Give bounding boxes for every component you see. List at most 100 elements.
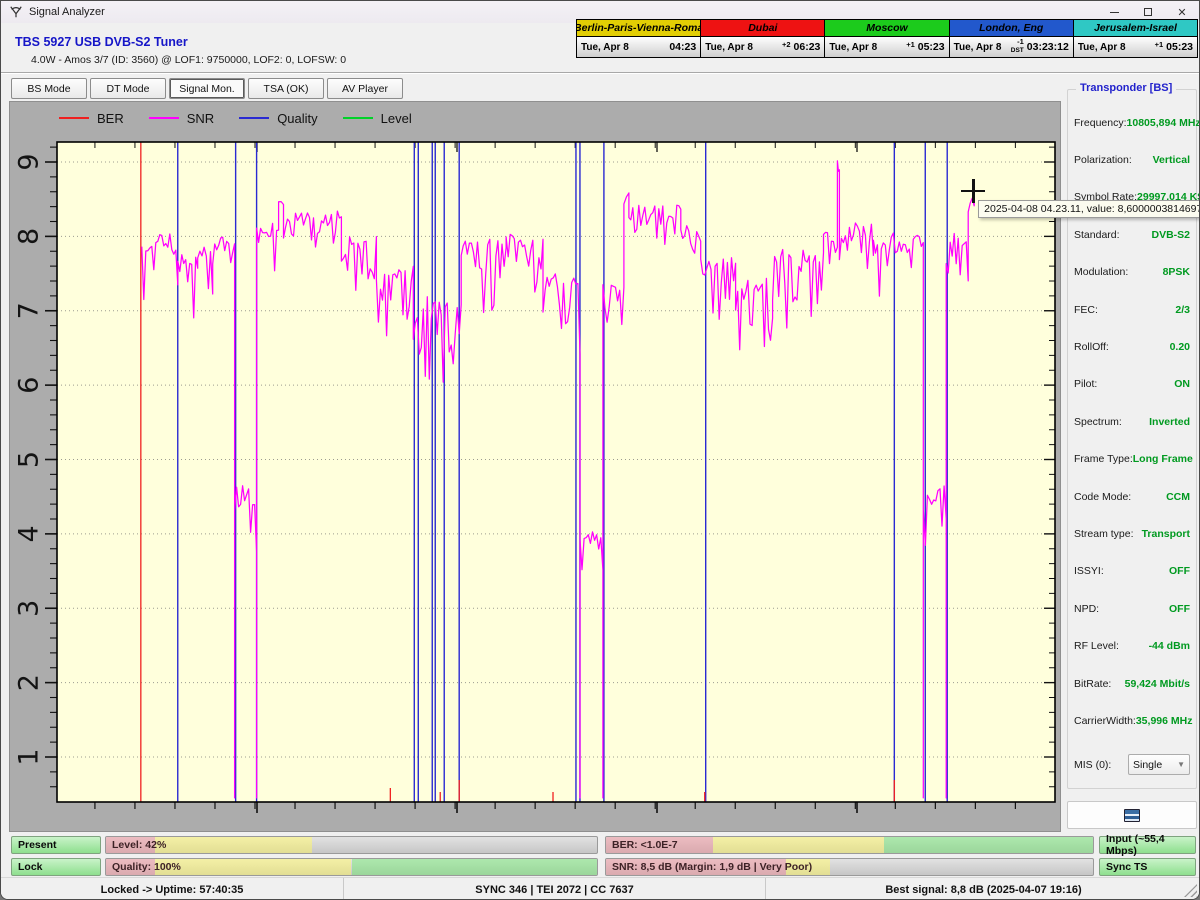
tab-dt-mode[interactable]: DT Mode bbox=[90, 78, 166, 99]
clock-date-row: Tue, Apr 8 +105:23 bbox=[825, 37, 948, 57]
app-icon bbox=[9, 5, 23, 19]
clock-city: Berlin-Paris-Vienna-Roma bbox=[577, 20, 700, 37]
y-axis-label: 9 bbox=[14, 153, 45, 170]
transponder-label: Frame Type: bbox=[1074, 453, 1133, 465]
transponder-label: Modulation: bbox=[1074, 266, 1128, 278]
transponder-label: Pilot: bbox=[1074, 378, 1097, 390]
transponder-label: Stream type: bbox=[1074, 528, 1134, 540]
tab-signal-mon-[interactable]: Signal Mon. bbox=[169, 78, 245, 99]
legend-line-icon bbox=[343, 117, 373, 119]
transponder-row-rf-level-: RF Level:-44 dBm bbox=[1068, 627, 1196, 664]
transponder-value: Inverted bbox=[1149, 416, 1190, 428]
tab-bar: BS ModeDT ModeSignal Mon.TSA (OK)AV Play… bbox=[11, 78, 403, 99]
status-badge-present: Present bbox=[11, 836, 101, 854]
legend-line-icon bbox=[59, 117, 89, 119]
transponder-label: NPD: bbox=[1074, 603, 1099, 615]
legend-label: Level bbox=[381, 111, 412, 126]
legend-label: Quality bbox=[277, 111, 317, 126]
transponder-label: CarrierWidth: bbox=[1074, 715, 1136, 727]
transponder-row-stream-type-: Stream type:Transport bbox=[1068, 515, 1196, 552]
mis-label: MIS (0): bbox=[1074, 759, 1111, 771]
clock-date: Tue, Apr 8 bbox=[829, 42, 877, 53]
transponder-label: Frequency: bbox=[1074, 117, 1127, 129]
transponder-groupbox: Transponder [BS] Frequency:10805,894 MHz… bbox=[1067, 89, 1197, 789]
clock-cell-1: DubaiTue, Apr 8+206:23 bbox=[701, 20, 825, 57]
gauge-bar-level: Level: 42% bbox=[105, 836, 598, 854]
clock-time: 03:23:12 bbox=[1027, 41, 1069, 53]
transponder-value: 2/3 bbox=[1175, 304, 1190, 316]
tab-av-player[interactable]: AV Player bbox=[327, 78, 403, 99]
transponder-value: 0.20 bbox=[1170, 341, 1190, 353]
transponder-row-frequency-: Frequency:10805,894 MHz bbox=[1068, 104, 1196, 141]
signal-chart[interactable]: 123456789 bbox=[10, 102, 1060, 831]
clock-utc-offset: +2 bbox=[782, 41, 791, 49]
chart-panel: 123456789 BERSNRQualityLevel bbox=[9, 101, 1061, 832]
header-divider bbox=[1, 72, 1199, 74]
transponder-row-carrierwidth-: CarrierWidth:35,996 MHz bbox=[1068, 702, 1196, 739]
chevron-down-icon: ▼ bbox=[1177, 760, 1185, 769]
gauge-bar-label: SNR: 8,5 dB (Margin: 1,9 dB | Very Poor) bbox=[612, 859, 812, 875]
device-title: TBS 5927 USB DVB-S2 Tuner bbox=[15, 35, 188, 49]
clock-utc-offset: +1 bbox=[906, 41, 915, 49]
legend-line-icon bbox=[239, 117, 269, 119]
tab-tsa-ok-[interactable]: TSA (OK) bbox=[248, 78, 324, 99]
gauge-bar-ber: BER: <1.0E-7 bbox=[605, 836, 1094, 854]
plot-background bbox=[57, 142, 1055, 802]
legend-label: SNR bbox=[187, 111, 214, 126]
gauge-zone bbox=[713, 837, 883, 853]
transponder-row-standard-: Standard:DVB-S2 bbox=[1068, 216, 1196, 253]
save-transponder-button[interactable] bbox=[1067, 801, 1197, 829]
gauge-zone bbox=[884, 837, 1093, 853]
gauge-zone bbox=[352, 859, 598, 875]
clock-date: Tue, Apr 8 bbox=[705, 42, 753, 53]
y-axis-label: 1 bbox=[14, 748, 45, 765]
status-bar: Locked -> Uptime: 57:40:35SYNC 346 | TEI… bbox=[1, 877, 1200, 900]
device-subtitle: 4.0W - Amos 3/7 (ID: 3560) @ LOF1: 97500… bbox=[31, 54, 346, 66]
transponder-row-fec-: FEC:2/3 bbox=[1068, 291, 1196, 328]
clock-time: 04:23 bbox=[669, 41, 696, 53]
y-axis-label: 6 bbox=[14, 377, 45, 394]
y-axis-label: 2 bbox=[14, 674, 45, 691]
gauge-bar-snr: SNR: 8,5 dB (Margin: 1,9 dB | Very Poor) bbox=[605, 858, 1094, 876]
legend-item-snr: SNR bbox=[149, 111, 214, 126]
transponder-label: Spectrum: bbox=[1074, 416, 1122, 428]
minimize-icon bbox=[1110, 12, 1119, 13]
gauge-bar-label: Quality: 100% bbox=[112, 859, 181, 875]
clock-time: 05:23 bbox=[1166, 41, 1193, 53]
legend-item-quality: Quality bbox=[239, 111, 317, 126]
transponder-value: ON bbox=[1174, 378, 1190, 390]
transponder-value: OFF bbox=[1169, 565, 1190, 577]
transponder-value: CCM bbox=[1166, 491, 1190, 503]
transponder-row-bitrate-: BitRate:59,424 Mbit/s bbox=[1068, 665, 1196, 702]
clock-date-row: Tue, Apr 8 +206:23 bbox=[701, 37, 824, 57]
transponder-label: ISSYI: bbox=[1074, 565, 1104, 577]
transponder-label: Code Mode: bbox=[1074, 491, 1131, 503]
clock-utc-offset: +1 bbox=[1155, 41, 1164, 49]
gauge-zone bbox=[155, 859, 351, 875]
gauge-bar-label: BER: <1.0E-7 bbox=[612, 837, 678, 853]
mis-row: MIS (0): Single ▼ bbox=[1068, 754, 1196, 775]
mis-select[interactable]: Single ▼ bbox=[1128, 754, 1190, 775]
statusbar-section-2: Best signal: 8,8 dB (2025-04-07 19:16) bbox=[766, 878, 1200, 900]
transponder-label: RF Level: bbox=[1074, 640, 1119, 652]
status-badge-input-55-4-mbps-: Input (~55,4 Mbps) bbox=[1099, 836, 1196, 854]
disk-icon bbox=[1124, 809, 1140, 822]
clock-time: 06:23 bbox=[794, 41, 821, 53]
transponder-value: OFF bbox=[1169, 603, 1190, 615]
signal-analyzer-window: Signal Analyzer ✕ TBS 5927 USB DVB-S2 Tu… bbox=[0, 0, 1200, 900]
clock-cell-2: MoscowTue, Apr 8+105:23 bbox=[825, 20, 949, 57]
transponder-label: Standard: bbox=[1074, 229, 1120, 241]
transponder-row-polarization-: Polarization:Vertical bbox=[1068, 141, 1196, 178]
clock-utc-offset: -1 bbox=[1017, 38, 1024, 46]
transponder-value: 35,996 MHz bbox=[1136, 715, 1193, 727]
transponder-label: Polarization: bbox=[1074, 154, 1132, 166]
transponder-row-modulation-: Modulation:8PSK bbox=[1068, 254, 1196, 291]
clock-date: Tue, Apr 8 bbox=[954, 42, 1002, 53]
gauge-strip: PresentLevel: 42% BER: <1.0E-7 Input (~55,… bbox=[1, 834, 1200, 877]
transponder-row-rolloff-: RollOff:0.20 bbox=[1068, 328, 1196, 365]
transponder-row-pilot-: Pilot: ON bbox=[1068, 366, 1196, 403]
tab-bs-mode[interactable]: BS Mode bbox=[11, 78, 87, 99]
transponder-value: 10805,894 MHz bbox=[1127, 117, 1200, 129]
clock-time: 05:23 bbox=[918, 41, 945, 53]
legend-line-icon bbox=[149, 117, 179, 119]
